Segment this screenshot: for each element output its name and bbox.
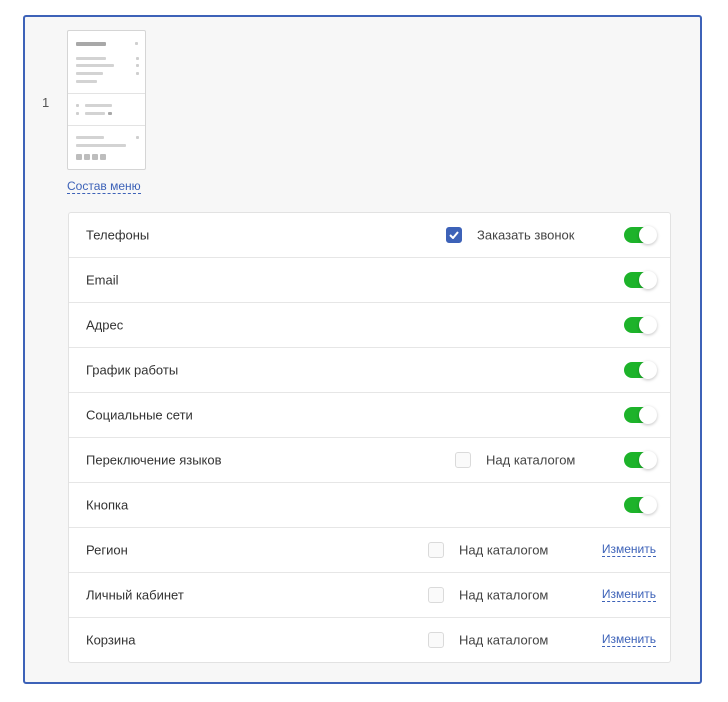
row-label: Телефоны	[86, 227, 150, 243]
preview-dot	[76, 104, 79, 107]
toggle-phones[interactable]	[624, 226, 657, 244]
preview-square	[76, 154, 82, 160]
row-button: Кнопка	[69, 482, 670, 527]
toggle-schedule[interactable]	[624, 361, 657, 379]
row-cart: Корзина Над каталогом Изменить	[69, 617, 670, 662]
toggle-knob	[639, 271, 657, 289]
row-label: Корзина	[86, 632, 136, 648]
preview-line	[76, 136, 104, 139]
checkmark-icon	[449, 231, 459, 239]
preview-line	[85, 104, 112, 107]
checkbox-label: Заказать звонок	[477, 227, 575, 243]
preview-line	[108, 112, 112, 115]
preview-square	[100, 154, 106, 160]
toggle-knob	[639, 451, 657, 469]
row-phones: Телефоны Заказать звонок	[69, 213, 670, 257]
menu-composition-link[interactable]: Состав меню	[67, 180, 141, 194]
order-call-checkbox[interactable]	[446, 227, 462, 243]
toggle-knob	[639, 406, 657, 424]
row-label: Регион	[86, 542, 128, 558]
row-language-switch: Переключение языков Над каталогом	[69, 437, 670, 482]
preview-line	[76, 80, 97, 83]
edit-region-link[interactable]: Изменить	[601, 543, 656, 557]
row-label: Переключение языков	[86, 452, 222, 468]
row-label: Адрес	[86, 317, 124, 333]
row-label: Личный кабинет	[86, 587, 184, 603]
preview-dot	[136, 72, 139, 75]
preview-line	[76, 64, 114, 67]
toggle-social-networks[interactable]	[624, 406, 657, 424]
row-address: Адрес	[69, 302, 670, 347]
checkbox-label: Над каталогом	[459, 587, 549, 603]
toggle-button[interactable]	[624, 496, 657, 514]
preview-dot	[136, 57, 139, 60]
row-social-networks: Социальные сети	[69, 392, 670, 437]
toggle-knob	[639, 496, 657, 514]
checkbox-label: Над каталогом	[459, 542, 549, 558]
row-label: График работы	[86, 362, 179, 378]
variant-number: 1	[42, 95, 50, 110]
toggle-knob	[639, 316, 657, 334]
above-catalog-checkbox[interactable]	[428, 542, 444, 558]
row-personal-account: Личный кабинет Над каталогом Изменить	[69, 572, 670, 617]
row-label: Социальные сети	[86, 407, 193, 423]
preview-divider	[68, 93, 145, 94]
row-label: Email	[86, 272, 119, 288]
row-label: Кнопка	[86, 497, 129, 513]
preview-square	[84, 154, 90, 160]
preview-close-icon	[135, 42, 138, 45]
row-region: Регион Над каталогом Изменить	[69, 527, 670, 572]
header-elements-list: Телефоны Заказать звонок Email Адрес Гра…	[68, 212, 671, 663]
row-schedule: График работы	[69, 347, 670, 392]
preview-dot	[76, 112, 79, 115]
preview-line	[76, 57, 106, 60]
preview-line	[76, 72, 103, 75]
header-variant-card: 1 Состав меню Телефоны Заказать звонок E…	[23, 15, 702, 684]
edit-personal-account-link[interactable]: Изменить	[601, 588, 656, 602]
preview-divider	[68, 125, 145, 126]
checkbox-label: Над каталогом	[486, 452, 576, 468]
checkbox-label: Над каталогом	[459, 632, 549, 648]
preview-dot	[136, 136, 139, 139]
toggle-email[interactable]	[624, 271, 657, 289]
toggle-knob	[639, 361, 657, 379]
preview-line	[76, 42, 106, 46]
toggle-address[interactable]	[624, 316, 657, 334]
toggle-knob	[639, 226, 657, 244]
row-email: Email	[69, 257, 670, 302]
preview-square	[92, 154, 98, 160]
toggle-language-switch[interactable]	[624, 451, 657, 469]
preview-line	[85, 112, 105, 115]
edit-cart-link[interactable]: Изменить	[601, 633, 656, 647]
above-catalog-checkbox[interactable]	[428, 587, 444, 603]
preview-line	[76, 144, 126, 147]
preview-dot	[136, 64, 139, 67]
menu-preview-thumbnail[interactable]	[67, 30, 146, 170]
above-catalog-checkbox[interactable]	[455, 452, 471, 468]
above-catalog-checkbox[interactable]	[428, 632, 444, 648]
